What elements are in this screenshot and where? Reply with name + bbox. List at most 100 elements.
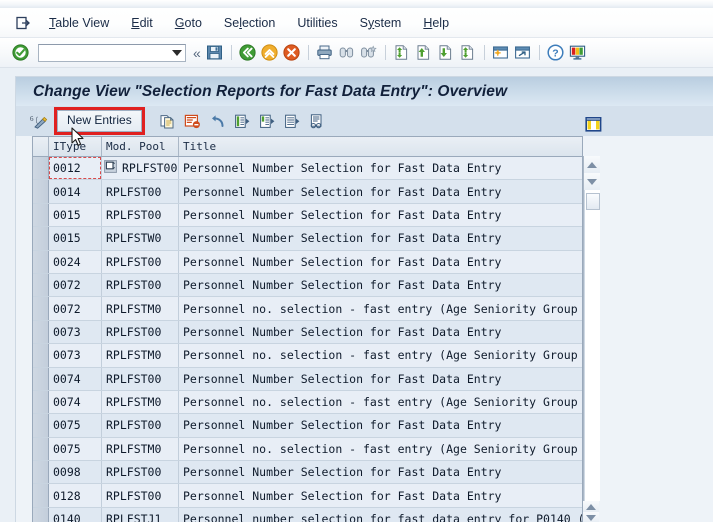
scroll-up-button[interactable]: [584, 156, 600, 173]
cell-mod-pool[interactable]: RPLFSTW0: [102, 227, 179, 250]
table-row[interactable]: 0015 RPLFSTW0 Personnel Number Selection f…: [33, 227, 582, 251]
table-row[interactable]: 0012 RPLFST00 Personnel Number Selection f…: [33, 157, 582, 181]
cell-mod-pool[interactable]: RPLFST00: [102, 203, 179, 227]
cell-title[interactable]: Personnel no. selection - fast entry (Ag…: [179, 344, 582, 366]
scroll-track[interactable]: [584, 190, 600, 501]
menu-item-goto[interactable]: Goto: [164, 14, 213, 32]
save-icon[interactable]: [204, 42, 226, 64]
cancel-icon[interactable]: [281, 42, 303, 64]
cell-mod-pool[interactable]: RPLFSTM0: [102, 297, 179, 320]
create-shortcut-icon[interactable]: [512, 42, 534, 64]
cell-mod-pool[interactable]: RPLFST00: [102, 367, 179, 390]
scroll-down-button-bottom[interactable]: [583, 512, 599, 522]
cell-itype[interactable]: 0140: [49, 507, 102, 522]
cell-title[interactable]: Personnel Number Selection for Fast Data…: [179, 157, 582, 179]
cell-title[interactable]: Personnel Number Selection for Fast Data…: [179, 274, 582, 296]
cell-title[interactable]: Personnel Number Selection for Fast Data…: [179, 204, 582, 226]
table-row[interactable]: 0128 RPLFST00 Personnel Number Selection f…: [33, 484, 582, 508]
cell-itype[interactable]: 0024: [49, 250, 102, 273]
table-row[interactable]: 0075 RPLFST00 Personnel Number Selection f…: [33, 414, 582, 438]
row-select-cell[interactable]: [33, 203, 49, 227]
table-row[interactable]: 0015 RPLFST00 Personnel Number Selection f…: [33, 203, 582, 228]
cell-itype[interactable]: 0128: [49, 484, 102, 507]
menu-item-table-view[interactable]: TTable Viewable View: [38, 14, 120, 32]
create-session-icon[interactable]: [490, 42, 512, 64]
select-all-icon[interactable]: [230, 109, 255, 133]
column-header-title[interactable]: Title: [179, 137, 582, 156]
row-select-cell[interactable]: [33, 180, 49, 203]
cell-mod-pool[interactable]: RPLFSTM0: [102, 390, 179, 414]
help-icon[interactable]: ?: [545, 42, 567, 64]
table-row[interactable]: 0073 RPLFSTM0 Personnel no. selection - fa…: [33, 344, 582, 368]
row-select-cell[interactable]: [33, 367, 49, 390]
cell-itype[interactable]: 0098: [49, 461, 102, 484]
copy-as-icon[interactable]: [155, 109, 180, 133]
cell-itype[interactable]: 0075: [49, 437, 102, 461]
toolbar-collapse-icon[interactable]: «: [193, 46, 201, 60]
cell-itype[interactable]: 0014: [49, 180, 102, 203]
menu-item-help[interactable]: Help: [412, 14, 460, 32]
table-row[interactable]: 0140 RPLFSTJ1 Personnel number selection f…: [33, 507, 582, 522]
row-select-cell[interactable]: [33, 157, 49, 180]
cell-itype[interactable]: 0073: [49, 344, 102, 367]
row-select-cell[interactable]: [33, 437, 49, 461]
cell-mod-pool[interactable]: RPLFST00: [102, 250, 179, 273]
column-header-itype[interactable]: IType: [49, 137, 102, 156]
row-select-cell[interactable]: [33, 320, 49, 344]
row-select-cell[interactable]: [33, 273, 49, 297]
command-field[interactable]: [38, 43, 186, 62]
command-input[interactable]: [39, 44, 165, 61]
row-select-cell[interactable]: [33, 390, 49, 414]
menu-item-system[interactable]: System: [349, 14, 413, 32]
cell-title[interactable]: Personnel Number Selection for Fast Data…: [179, 414, 582, 436]
cell-title[interactable]: Personnel no. selection - fast entry (Ag…: [179, 391, 582, 413]
display-change-icon[interactable]: 6 ❲: [27, 113, 51, 130]
cell-mod-pool[interactable]: RPLFST00: [102, 320, 179, 344]
table-row[interactable]: 0075 RPLFSTM0 Personnel no. selection - fa…: [33, 437, 582, 462]
table-vertical-scrollbar[interactable]: [583, 156, 600, 501]
cell-mod-pool[interactable]: RPLFST00: [102, 157, 179, 180]
select-block-icon[interactable]: [255, 109, 280, 133]
cell-itype[interactable]: 0075: [49, 414, 102, 437]
customize-local-layout-icon[interactable]: [567, 42, 589, 64]
cell-title[interactable]: Personnel Number Selection for Fast Data…: [179, 180, 582, 202]
new-entries-button[interactable]: New Entries: [57, 110, 142, 132]
column-header-mod-pool[interactable]: Mod. Pool: [102, 137, 179, 156]
find-next-icon[interactable]: [358, 42, 380, 64]
sap-session-icon[interactable]: [8, 15, 38, 31]
cell-title[interactable]: Personnel Number Selection for Fast Data…: [179, 251, 582, 273]
cell-title[interactable]: Personnel Number Selection for Fast Data…: [179, 321, 582, 343]
table-row[interactable]: 0072 RPLFST00 Personnel Number Selection f…: [33, 273, 582, 298]
menu-item-utilities[interactable]: Utilities: [286, 14, 348, 32]
scroll-down-button[interactable]: [584, 173, 600, 190]
cell-title[interactable]: Personnel no. selection - fast entry (Ag…: [179, 438, 582, 460]
row-select-cell[interactable]: [33, 507, 49, 522]
cell-mod-pool[interactable]: RPLFST00: [102, 273, 179, 297]
cell-itype[interactable]: 0015: [49, 227, 102, 250]
scroll-thumb[interactable]: [585, 193, 600, 210]
cell-itype[interactable]: 0073: [49, 320, 102, 344]
cell-mod-pool[interactable]: RPLFST00: [102, 484, 179, 507]
undo-icon[interactable]: [205, 109, 230, 133]
row-select-cell[interactable]: [33, 461, 49, 484]
cell-mod-pool[interactable]: RPLFSTM0: [102, 437, 179, 461]
first-page-icon[interactable]: [391, 42, 413, 64]
delete-icon[interactable]: [180, 109, 205, 133]
row-select-cell[interactable]: [33, 344, 49, 367]
table-bottom-scroll-buttons[interactable]: [583, 501, 600, 522]
cell-mod-pool[interactable]: RPLFST00: [102, 414, 179, 437]
table-row[interactable]: 0072 RPLFSTM0 Personnel no. selection - fa…: [33, 297, 582, 321]
last-page-icon[interactable]: [457, 42, 479, 64]
cell-title[interactable]: Personnel no. selection - fast entry (Ag…: [179, 297, 582, 319]
previous-page-icon[interactable]: [413, 42, 435, 64]
cell-title[interactable]: Personnel Number Selection for Fast Data…: [179, 461, 582, 483]
row-select-cell[interactable]: [33, 297, 49, 320]
table-row[interactable]: 0098 RPLFST00 Personnel Number Selection f…: [33, 461, 582, 485]
row-select-cell[interactable]: [33, 250, 49, 273]
table-row[interactable]: 0073 RPLFST00 Personnel Number Selection f…: [33, 320, 582, 345]
cell-itype[interactable]: 0012: [49, 157, 102, 180]
cell-itype[interactable]: 0074: [49, 367, 102, 390]
cell-mod-pool[interactable]: RPLFSTM0: [102, 344, 179, 367]
cell-itype[interactable]: 0015: [49, 203, 102, 227]
menu-item-edit[interactable]: Edit: [120, 14, 164, 32]
